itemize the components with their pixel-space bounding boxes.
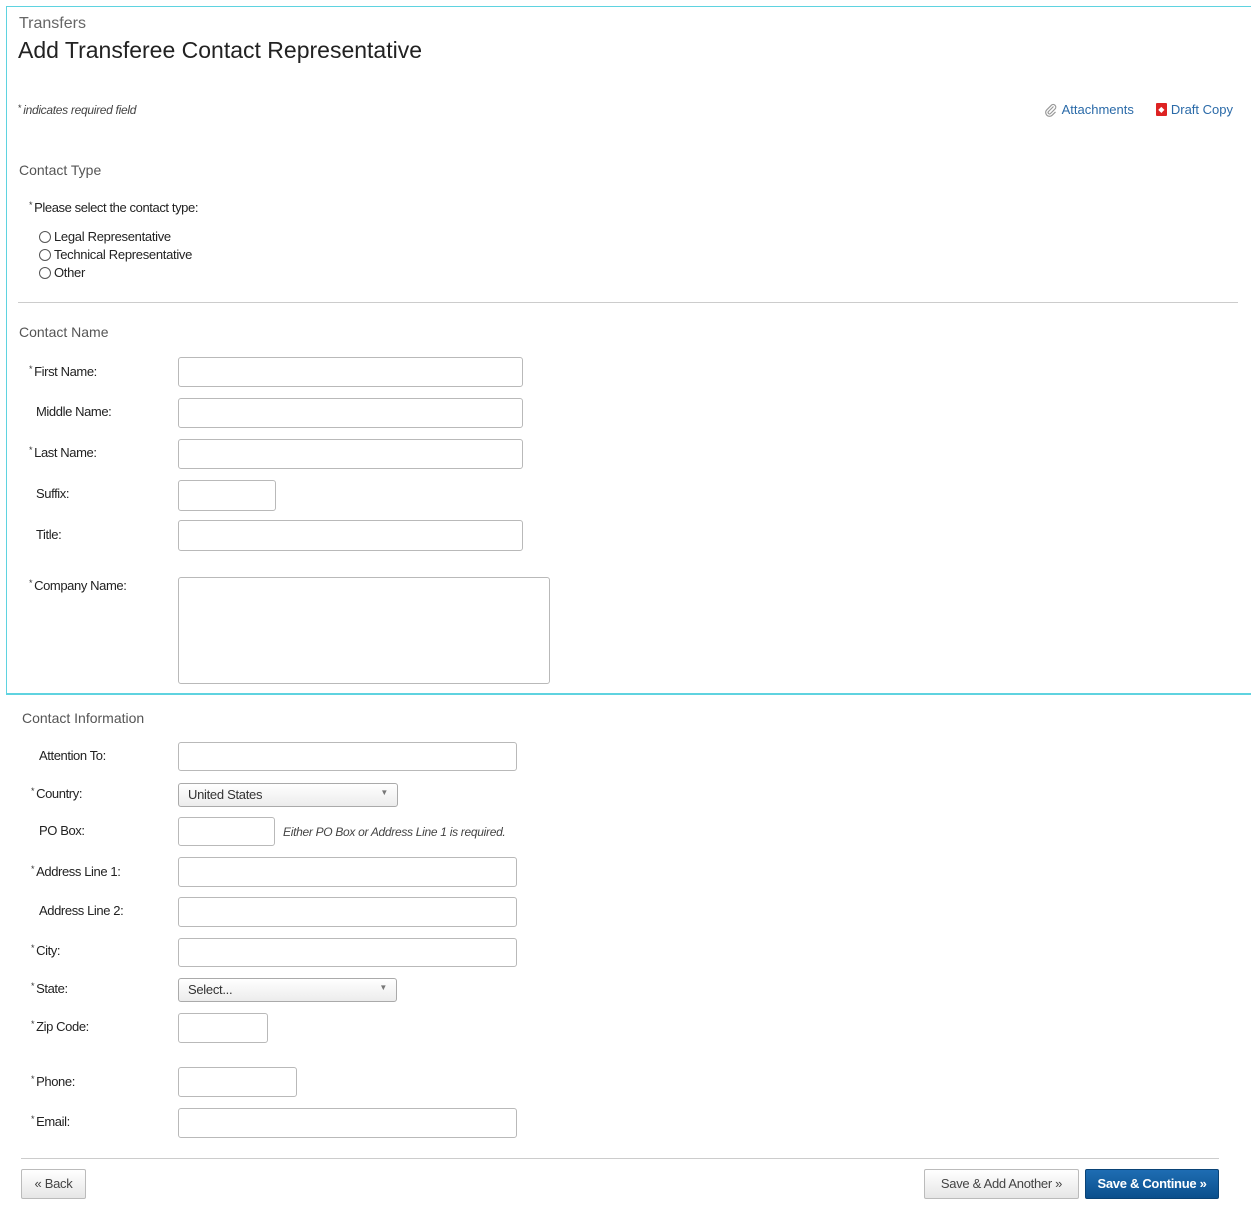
phone-label: * Phone: [31,1074,75,1089]
address-line-2-label: Address Line 2: [39,903,124,918]
phone-input[interactable] [178,1067,297,1097]
email-input[interactable] [178,1108,517,1138]
middle-name-input[interactable] [178,398,523,428]
po-box-hint: Either PO Box or Address Line 1 is requi… [283,825,506,839]
chevron-down-icon: ▼ [379,983,387,992]
required-field-note: * indicates required field [18,103,137,117]
attachments-link[interactable]: Attachments [1044,102,1134,117]
state-label: * State: [31,981,68,996]
attention-to-input[interactable] [178,742,517,771]
country-label: * Country: [31,786,83,801]
radio-legal-representative[interactable]: Legal Representative [39,229,171,244]
breadcrumb: Transfers [19,15,86,32]
section-divider [18,302,1238,303]
company-name-textarea[interactable] [178,577,550,684]
zip-code-label: * Zip Code: [31,1019,89,1034]
save-continue-button[interactable]: Save & Continue » [1085,1169,1219,1199]
radio-other[interactable]: Other [39,265,85,280]
radio-button[interactable] [39,248,51,261]
address-line-1-label: * Address Line 1: [31,864,121,879]
last-name-input[interactable] [178,439,523,469]
attention-to-label: Attention To: [39,748,106,763]
draft-copy-link[interactable]: ◆ Draft Copy [1155,102,1233,117]
last-name-label: * Last Name: [29,445,97,460]
suffix-input[interactable] [178,480,276,511]
city-label: * City: [31,943,61,958]
radio-button[interactable] [39,230,51,243]
first-name-label: * First Name: [29,364,97,379]
title-label: Title: [36,527,62,542]
email-label: * Email: [31,1114,70,1129]
contact-name-section-title: Contact Name [19,324,109,340]
address-line-1-input[interactable] [178,857,517,887]
back-button[interactable]: « Back [21,1169,86,1199]
zip-code-input[interactable] [178,1013,268,1043]
save-add-another-button[interactable]: Save & Add Another » [924,1169,1079,1199]
contact-type-prompt: * Please select the contact type: [29,200,199,215]
attachments-label: Attachments [1061,102,1134,117]
draft-copy-label: Draft Copy [1170,102,1233,117]
address-line-2-input[interactable] [178,897,517,927]
contact-information-section-title: Contact Information [22,710,145,726]
first-name-input[interactable] [178,357,523,387]
state-selected-value: Select... [188,982,233,997]
suffix-label: Suffix: [36,486,70,501]
frame-border-left [6,6,7,694]
country-select[interactable]: United States ▼ [178,783,398,807]
radio-technical-representative[interactable]: Technical Representative [39,247,192,262]
top-links: Attachments ◆ Draft Copy [1044,102,1233,117]
city-input[interactable] [178,938,517,967]
state-select[interactable]: Select... ▼ [178,978,397,1002]
footer-divider [21,1158,1219,1159]
po-box-input[interactable] [178,817,275,846]
radio-button[interactable] [39,266,51,279]
frame-border-top [6,6,1251,7]
paperclip-icon [1044,103,1056,117]
page-title: Add Transferee Contact Representative [18,37,423,63]
pdf-icon: ◆ [1155,103,1167,116]
contact-type-section-title: Contact Type [19,162,102,178]
title-input[interactable] [178,520,523,551]
middle-name-label: Middle Name: [36,404,112,419]
chevron-down-icon: ▼ [380,788,388,797]
company-name-label: * Company Name: [29,578,127,593]
po-box-label: PO Box: [39,823,85,838]
frame-border-divider [6,693,1251,695]
country-selected-value: United States [188,787,263,802]
